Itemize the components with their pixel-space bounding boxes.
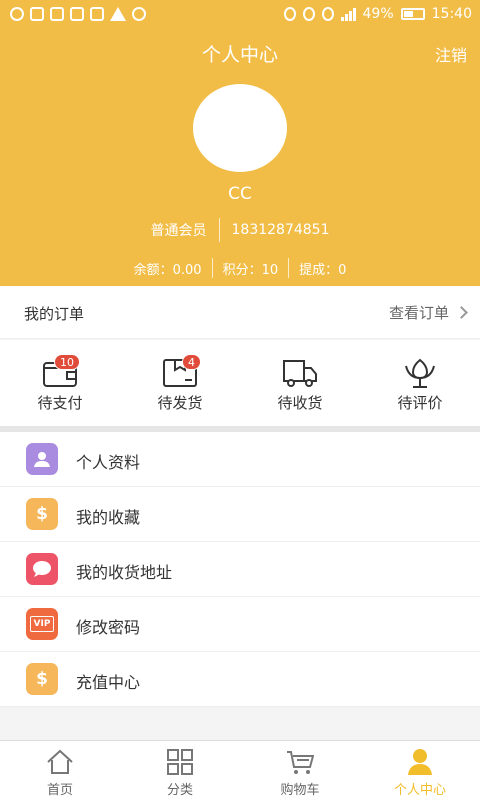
chat-notification-icon <box>10 7 24 21</box>
grid-icon <box>167 749 193 775</box>
profile-header: 个人中心 注销 CC 普通会员 18312874851 余额：0.00 积分：1… <box>0 30 480 286</box>
person-icon <box>408 749 432 775</box>
menu-item-profile[interactable]: 个人资料 <box>0 432 480 487</box>
cart-icon <box>287 751 314 774</box>
system-status: 49% 15:40 <box>283 6 472 22</box>
avatar[interactable] <box>193 84 287 172</box>
menu-item-label: 充值中心 <box>76 673 141 692</box>
menu-item-label: 我的收藏 <box>76 508 141 527</box>
badge-count: 10 <box>54 354 80 370</box>
battery-icon <box>400 8 425 20</box>
nav-label: 首页 <box>46 783 73 798</box>
menu-item-address[interactable]: 我的收货地址 <box>0 542 480 597</box>
divider <box>218 218 220 242</box>
nav-label: 购物车 <box>280 783 320 798</box>
logout-button[interactable]: 注销 <box>435 42 467 66</box>
more-notification-icon <box>132 7 146 21</box>
vip-text: VIP <box>29 616 55 632</box>
order-status-row: 10 待支付 4 待发货 待收货 待评价 <box>0 340 480 426</box>
order-status-label: 待发货 <box>157 394 203 412</box>
nav-cart[interactable]: 购物车 <box>240 741 360 800</box>
account-menu: 个人资料 $ 我的收藏 我的收货地址 VIP 修改密码 $ 充值中心 <box>0 432 480 707</box>
dollar-icon: $ <box>26 663 58 695</box>
chevron-right-icon <box>455 306 468 319</box>
phone-number: 18312874851 <box>231 222 330 238</box>
flower-icon <box>405 358 435 388</box>
menu-item-label: 修改密码 <box>76 618 141 637</box>
member-level: 普通会员 <box>150 223 207 239</box>
points-stat[interactable]: 积分：10 <box>223 259 279 278</box>
dollar-icon: $ <box>26 498 58 530</box>
wifi-icon <box>321 7 334 21</box>
order-pending-receipt[interactable]: 待收货 <box>240 340 360 426</box>
badge-count: 4 <box>182 354 201 370</box>
divider <box>288 258 290 278</box>
menu-item-favorites[interactable]: $ 我的收藏 <box>0 487 480 542</box>
order-pending-payment[interactable]: 10 待支付 <box>0 340 120 426</box>
truck-icon <box>283 360 317 387</box>
page-title: 个人中心 <box>201 44 278 66</box>
menu-item-recharge[interactable]: $ 充值中心 <box>0 652 480 707</box>
notification-icons <box>10 7 146 21</box>
warning-notification-icon <box>110 7 126 21</box>
nav-label: 分类 <box>166 783 193 798</box>
menu-item-label: 我的收货地址 <box>76 563 173 582</box>
username: CC <box>228 184 252 204</box>
nav-home[interactable]: 首页 <box>0 741 120 800</box>
vip-card-icon: VIP <box>26 608 58 640</box>
alarm-icon <box>302 7 315 21</box>
message-notification-icon <box>70 7 84 21</box>
view-orders-link[interactable]: 查看订单 <box>388 302 468 323</box>
calendar-notification-icon <box>90 7 104 21</box>
signal-icon <box>340 7 356 21</box>
user-profile-icon <box>26 443 58 475</box>
nav-profile[interactable]: 个人中心 <box>360 741 480 800</box>
image-notification-icon <box>30 7 44 21</box>
status-bar: 49% 15:40 <box>0 0 480 30</box>
orders-title: 我的订单 <box>24 305 85 323</box>
clock: 15:40 <box>431 6 472 22</box>
chat-bubble-icon <box>26 553 58 585</box>
account-stats: 余额：0.00 积分：10 提成：0 <box>0 258 480 278</box>
orders-section-header: 我的订单 查看订单 <box>0 286 480 339</box>
order-status-label: 待支付 <box>37 394 83 412</box>
divider <box>211 258 213 278</box>
view-orders-label: 查看订单 <box>388 304 449 322</box>
menu-item-label: 个人资料 <box>76 453 141 472</box>
order-pending-review[interactable]: 待评价 <box>360 340 480 426</box>
grid-notification-icon <box>50 7 64 21</box>
menu-item-change-password[interactable]: VIP 修改密码 <box>0 597 480 652</box>
battery-percent: 49% <box>362 6 394 22</box>
bluetooth-icon <box>283 7 296 21</box>
balance-stat[interactable]: 余额：0.00 <box>134 259 202 278</box>
member-info: 普通会员 18312874851 <box>0 218 480 242</box>
nav-category[interactable]: 分类 <box>120 741 240 800</box>
nav-label: 个人中心 <box>393 783 446 798</box>
order-status-label: 待评价 <box>397 394 443 412</box>
commission-stat[interactable]: 提成：0 <box>299 259 346 278</box>
home-icon <box>47 749 73 774</box>
order-pending-shipment[interactable]: 4 待发货 <box>120 340 240 426</box>
bottom-navigation: 首页 分类 购物车 个人中心 <box>0 740 480 800</box>
order-status-label: 待收货 <box>277 394 323 412</box>
